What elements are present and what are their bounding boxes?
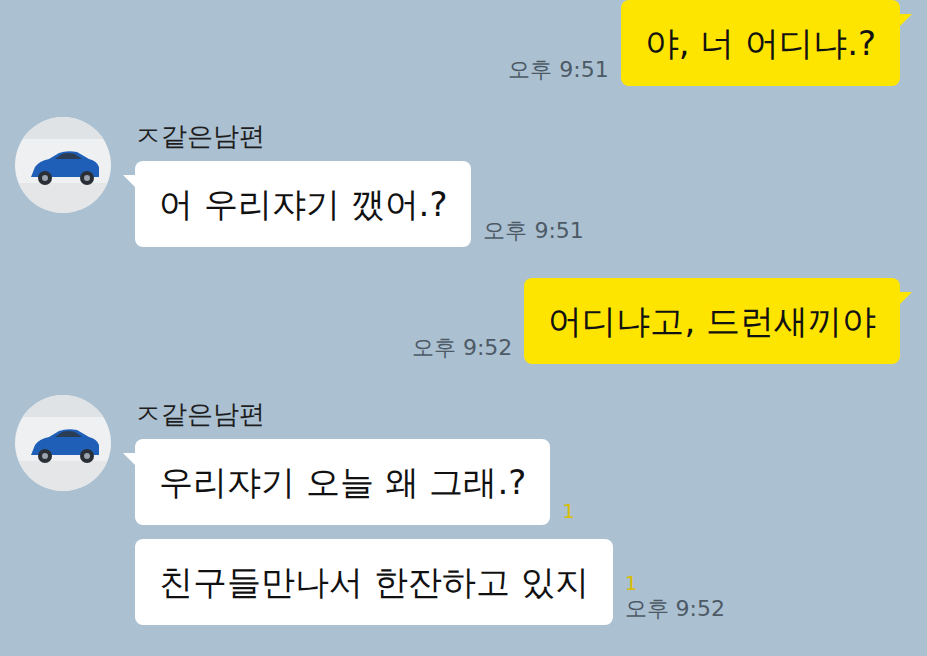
message-meta: 오후 9:51: [483, 217, 583, 247]
message-column: 어디냐고, 드런새끼야오후 9:52: [412, 278, 900, 364]
message-meta: 오후 9:52: [412, 334, 512, 364]
message-time: 오후 9:52: [625, 595, 725, 623]
sender-name: ㅈ같은남편: [135, 119, 265, 153]
message-row: 친구들만나서 한잔하고 있지1오후 9:52: [135, 539, 725, 625]
chat-screen: 야, 너 어디냐.?오후 9:51ㅈ같은남편어 우리쟈기 깼어.?오후 9:51…: [0, 0, 927, 656]
unread-count: 1: [562, 499, 575, 523]
message-bubble[interactable]: 야, 너 어디냐.?: [621, 0, 900, 86]
message-meta: 오후 9:51: [508, 56, 608, 86]
sent-group: 야, 너 어디냐.? 오후 9:51: [0, 0, 927, 86]
message-row: 우리쟈기 오늘 왜 그래.? 1: [135, 439, 575, 525]
message-column: 야, 너 어디냐.? 오후 9:51: [508, 0, 900, 86]
unread-count: 1: [625, 571, 638, 595]
received-group: ㅈ같은남편우리쟈기 오늘 왜 그래.?1친구들만나서 한잔하고 있지1오후 9:…: [0, 395, 927, 625]
car-avatar-icon[interactable]: [15, 395, 111, 491]
message-time: 오후 9:51: [508, 56, 608, 84]
message-column: ㅈ같은남편어 우리쟈기 깼어.? 오후 9:51: [135, 117, 584, 247]
message-bubble[interactable]: 친구들만나서 한잔하고 있지: [135, 539, 613, 625]
message-bubble[interactable]: 우리쟈기 오늘 왜 그래.?: [135, 439, 550, 525]
message-time: 오후 9:52: [412, 334, 512, 362]
message-bubble[interactable]: 어디냐고, 드런새끼야: [524, 278, 900, 364]
message-time: 오후 9:51: [483, 217, 583, 245]
message-row: 어 우리쟈기 깼어.? 오후 9:51: [135, 161, 584, 247]
message-meta: 1: [562, 499, 575, 525]
received-group: ㅈ같은남편어 우리쟈기 깼어.? 오후 9:51: [0, 117, 927, 247]
message-row: 야, 너 어디냐.? 오후 9:51: [508, 0, 900, 86]
message-row: 어디냐고, 드런새끼야오후 9:52: [412, 278, 900, 364]
message-column: ㅈ같은남편우리쟈기 오늘 왜 그래.?1친구들만나서 한잔하고 있지1오후 9:…: [135, 395, 725, 625]
message-meta: 1오후 9:52: [625, 571, 725, 625]
sent-group: 어디냐고, 드런새끼야오후 9:52: [0, 278, 927, 364]
message-bubble[interactable]: 어 우리쟈기 깼어.?: [135, 161, 471, 247]
car-avatar-icon[interactable]: [15, 117, 111, 213]
sender-name: ㅈ같은남편: [135, 397, 265, 431]
